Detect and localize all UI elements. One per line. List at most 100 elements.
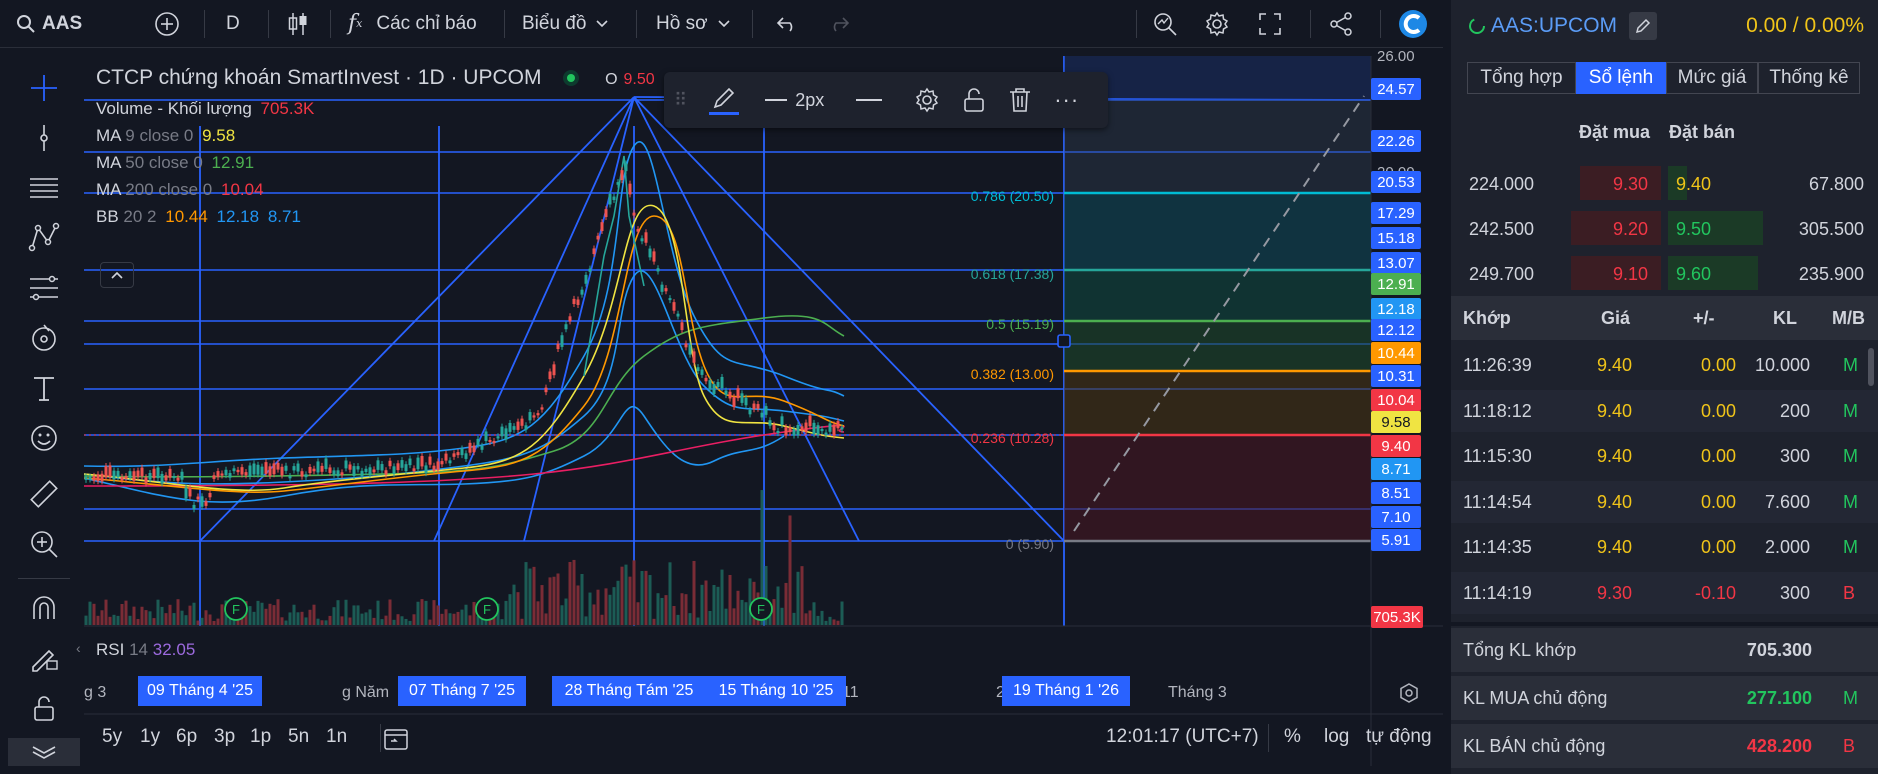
clock[interactable]: 12:01:17 (UTC+7) [1106,726,1259,748]
more-options-button[interactable]: ··· [1054,87,1079,113]
volume-bar [376,600,380,625]
indicator-legend-row[interactable]: Volume - Khối lượng 705.3K [96,99,314,119]
auto-scale-button[interactable]: tự động [1366,726,1432,748]
indicator-legend-row[interactable]: MA 200 close 0 10.04 [96,180,264,200]
line-style-button[interactable] [856,99,883,101]
profile-menu-button[interactable]: Hồ sơ [656,0,730,48]
settings-button[interactable] [1204,0,1230,48]
order-book-row[interactable]: 242.500 9.20 9.50 305.500 [1451,211,1878,245]
compare-button[interactable] [154,0,180,48]
candle-body [96,474,100,482]
quick-search-button[interactable] [1152,0,1178,48]
date-tag: 07 Tháng 7 '25 [398,676,526,706]
range-button[interactable]: 5n [288,726,309,748]
chart-area[interactable]: F F F CTCP chứng khoán SmartInvest · 1D … [76,48,1443,766]
pattern-tool[interactable] [26,220,62,256]
candle-body [772,424,776,431]
log-scale-button[interactable]: log [1324,726,1349,748]
symbol-search[interactable]: AAS [16,0,82,48]
collapse-legend-button[interactable] [100,262,134,288]
range-button[interactable]: 5y [102,726,122,748]
candle-body [552,364,556,376]
date-range-button[interactable] [382,726,410,757]
interval-button[interactable]: D [226,0,240,48]
volume-bar [388,599,392,625]
candle-body [712,384,716,394]
percent-scale-button[interactable]: % [1284,726,1301,748]
candle-body [252,463,256,475]
volume-bar [816,615,820,625]
price-tag: 9.40 [1371,435,1421,457]
scrollbar[interactable] [1868,348,1874,386]
side-header: M/B [1832,308,1865,328]
trade-side: M [1843,491,1858,512]
volume-bar [356,605,360,625]
drawing-settings-button[interactable] [914,87,940,113]
candle-body [464,453,468,459]
indicator-legend-row[interactable]: MA 50 close 0 12.91 [96,153,254,173]
range-button[interactable]: 3p [214,726,235,748]
range-button[interactable]: 1n [326,726,347,748]
axis-settings-button[interactable] [1398,682,1420,709]
zoom-in-tool[interactable] [26,526,62,562]
tab-statistics[interactable]: Thống kê [1758,62,1860,94]
drag-handle-icon[interactable]: ⠿ [674,90,687,111]
indicators-button[interactable]: fx Các chỉ báo [348,0,477,48]
trade-volume: 2.000 [1764,537,1810,557]
share-button[interactable] [1328,0,1354,48]
chart-type-button[interactable] [286,0,310,48]
text-tool[interactable] [26,370,62,406]
order-book-row[interactable]: 224.000 9.30 9.40 67.800 [1451,166,1878,200]
profile-menu-label: Hồ sơ [656,12,708,34]
price-tag: 9.58 [1371,411,1421,433]
brush-tool[interactable] [26,320,62,356]
delete-drawing-button[interactable] [1008,87,1032,113]
indicator-legend-row[interactable]: MA 9 close 0 9.58 [96,126,235,146]
more-tools-button[interactable] [8,738,80,766]
candle-body [460,448,464,456]
candle-body [692,351,696,363]
candle-body [104,466,108,478]
undo-button[interactable] [776,0,798,48]
candle-body [412,468,416,472]
fib-tool[interactable] [26,170,62,206]
chart-menu-button[interactable]: Biểu đồ [522,0,609,48]
symbol-label: AAS [42,12,83,34]
magnet-tool[interactable] [26,590,62,626]
indicator-name: MA [96,153,121,172]
candle-body [136,470,140,478]
tab-summary[interactable]: Tổng hợp [1467,62,1576,94]
trend-line-tool[interactable] [26,120,62,156]
order-book-row[interactable]: 249.700 9.10 9.60 235.900 [1451,256,1878,290]
volume-bar [664,595,668,625]
tab-price-levels[interactable]: Mức giá [1666,62,1758,94]
trade-row: 11:26:39 9.40 0.00 10.000 M [1451,344,1878,386]
range-button[interactable]: 6p [176,726,197,748]
range-button[interactable]: 1y [140,726,160,748]
date-tag: 19 Tháng 1 '26 [1002,676,1130,706]
collapse-pane-icon[interactable]: ‹ [76,640,88,680]
candle-body [672,302,676,311]
indicator-legend-row[interactable]: BB 20 2 10.44 12.18 8.71 [96,207,301,227]
line-color-button[interactable] [709,86,740,115]
volume-bar [728,574,732,625]
measure-tool[interactable] [26,476,62,512]
redo-button[interactable] [828,0,850,48]
stay-drawing-tool[interactable] [26,640,62,676]
range-button[interactable]: 1p [250,726,271,748]
lock-drawings-tool[interactable] [26,690,62,726]
candle-body [688,344,692,355]
price-chart-canvas[interactable]: F F F [84,56,1443,766]
crosshair-tool[interactable] [26,70,62,106]
emoji-tool[interactable] [26,420,62,456]
panel-symbol[interactable]: AAS:UPCOM [1491,14,1617,38]
candle-body [220,473,224,476]
volume-bar [540,585,544,625]
tab-order-book[interactable]: Sổ lệnh [1576,62,1666,94]
lock-drawing-button[interactable] [962,87,986,113]
line-width-button[interactable]: 2px [765,90,824,111]
forecast-tool[interactable] [26,270,62,306]
edit-symbol-button[interactable] [1629,12,1658,40]
volume-bar [524,562,528,625]
fullscreen-button[interactable] [1258,0,1282,48]
